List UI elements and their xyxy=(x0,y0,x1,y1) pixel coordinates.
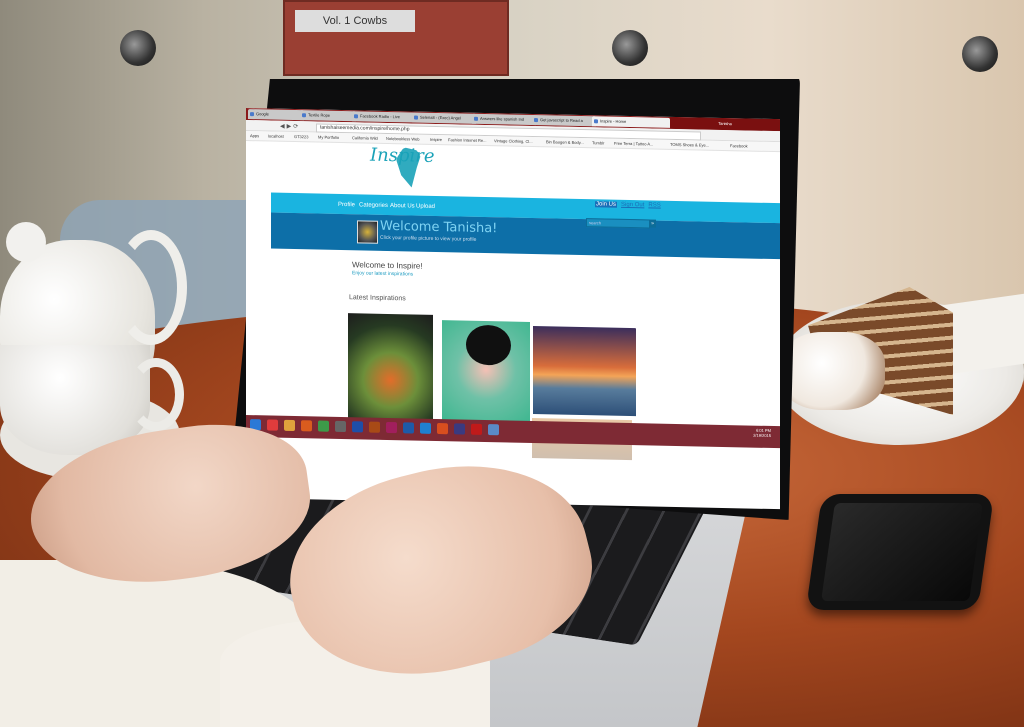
search-input[interactable]: search xyxy=(586,218,650,229)
latest-inspirations-heading: Latest Inspirations xyxy=(349,294,406,303)
pendant-lamp xyxy=(962,36,998,72)
bookmark-item[interactable]: Free Terra | Tattoo A... xyxy=(614,140,653,149)
bookmark-item[interactable]: Bin Baugen & Body... xyxy=(546,138,584,147)
teapot-handle xyxy=(115,230,187,345)
tab-icon xyxy=(534,118,538,123)
pendant-lamp xyxy=(612,30,648,66)
tab-label: Get javascript to Read a xyxy=(540,117,583,124)
bookmark-item[interactable]: Inspire xyxy=(430,136,442,144)
bookmark-item[interactable]: California Wild xyxy=(352,134,378,143)
teapot-lid xyxy=(6,222,46,262)
taskbar-app-icon[interactable] xyxy=(454,423,465,435)
pendant-lamp xyxy=(120,30,156,66)
bookmark-item[interactable]: localhost xyxy=(268,132,284,140)
taskbar-firefox-icon[interactable] xyxy=(437,423,448,435)
nav-categories[interactable]: Categories xyxy=(359,202,388,209)
profile-avatar[interactable] xyxy=(357,220,378,244)
smartphone-screen xyxy=(821,503,983,601)
bookmark-item[interactable]: Tumblr xyxy=(592,139,604,147)
sign-out-link[interactable]: Sign Out xyxy=(621,202,644,208)
tab-label: Textile Rope xyxy=(308,112,331,118)
browser-tab[interactable]: Facebook Radio - Live xyxy=(352,111,416,123)
taskbar-photoshop-icon[interactable] xyxy=(403,422,414,434)
bookmark-item[interactable]: TOMS Shoes & Eye... xyxy=(670,141,709,150)
taskbar-indesign-icon[interactable] xyxy=(386,421,397,434)
tab-icon xyxy=(414,115,418,120)
tab-icon xyxy=(474,116,478,121)
tab-icon xyxy=(250,112,254,117)
tab-label: Facebook Radio - Live xyxy=(360,113,401,120)
taskbar-chrome-icon[interactable] xyxy=(318,420,329,432)
intro-heading: Welcome to Inspire! xyxy=(352,260,423,271)
tab-label: Answers like spanish Ind xyxy=(480,115,525,122)
nav-about-us[interactable]: About Us xyxy=(390,203,415,210)
inspiration-image-tattoo[interactable] xyxy=(348,313,433,425)
bookmark-item[interactable]: My Portfolio xyxy=(318,134,339,142)
browser-tab-active[interactable]: Inspire - Home xyxy=(592,116,670,128)
search-button[interactable]: » xyxy=(649,219,656,228)
tab-label: Inspire - Home xyxy=(600,118,627,124)
tab-label: Selena8 - (Exec) Angel xyxy=(420,114,461,121)
taskbar-app-icon[interactable] xyxy=(335,420,346,433)
bookmark-item[interactable]: Apps xyxy=(250,132,259,140)
wall-sign-label: Vol. 1 Cowbs xyxy=(295,10,415,32)
tab-icon xyxy=(354,114,358,119)
browser-tab[interactable]: Selena8 - (Exec) Angel xyxy=(412,112,476,124)
browser-tab[interactable]: Google xyxy=(248,109,304,121)
taskbar-home-icon[interactable] xyxy=(267,419,278,431)
taskbar-filezilla-icon[interactable] xyxy=(471,423,482,435)
taskbar-illustrator-icon[interactable] xyxy=(369,421,380,433)
rss-link[interactable]: RSS xyxy=(648,202,660,208)
bird-logo-icon xyxy=(396,147,422,188)
browser-tab[interactable]: Textile Rope xyxy=(300,110,356,122)
whipped-cream xyxy=(780,332,885,410)
system-tray: 6:01 PM 2/19/2015 xyxy=(701,427,771,438)
taskbar-media-icon[interactable] xyxy=(301,420,312,432)
bookmark-item[interactable]: Facebook xyxy=(730,142,748,150)
laptop-screen: Google Textile Rope Facebook Radio - Liv… xyxy=(246,108,780,510)
join-us-link[interactable]: Join Us xyxy=(595,201,618,208)
bookmark-item[interactable]: Notebookless Web xyxy=(386,135,420,144)
taskbar-folder-icon[interactable] xyxy=(284,419,295,432)
tab-icon xyxy=(302,113,306,118)
taskbar-app-icon[interactable] xyxy=(488,424,499,436)
browser-tab[interactable]: Answers like spanish Ind xyxy=(472,113,536,126)
nav-upload[interactable]: Upload xyxy=(416,204,435,210)
illustration-hair xyxy=(466,324,511,366)
taskbar-ie-icon[interactable] xyxy=(420,422,431,434)
browser-nav-icons[interactable]: ◀▶⟳ xyxy=(280,123,300,130)
teacup-handle xyxy=(128,358,184,431)
intro-subheading: Enjoy our latest inspirations xyxy=(352,270,414,278)
inspiration-image-sunset[interactable] xyxy=(533,326,636,417)
bookmark-item[interactable]: Vintage Clothing, Cl... xyxy=(494,137,533,146)
welcome-title: Welcome Tanisha! xyxy=(380,218,498,237)
taskbar-app-icon[interactable] xyxy=(352,421,363,433)
nav-profile[interactable]: Profile xyxy=(338,202,355,208)
bookmark-item[interactable]: Fashion Internet Re... xyxy=(448,136,486,145)
tab-label: Google xyxy=(256,111,269,117)
tab-icon xyxy=(594,119,598,124)
bookmark-item[interactable]: GT3223 xyxy=(294,133,308,141)
browser-tab[interactable]: Get javascript to Read a xyxy=(532,114,596,127)
